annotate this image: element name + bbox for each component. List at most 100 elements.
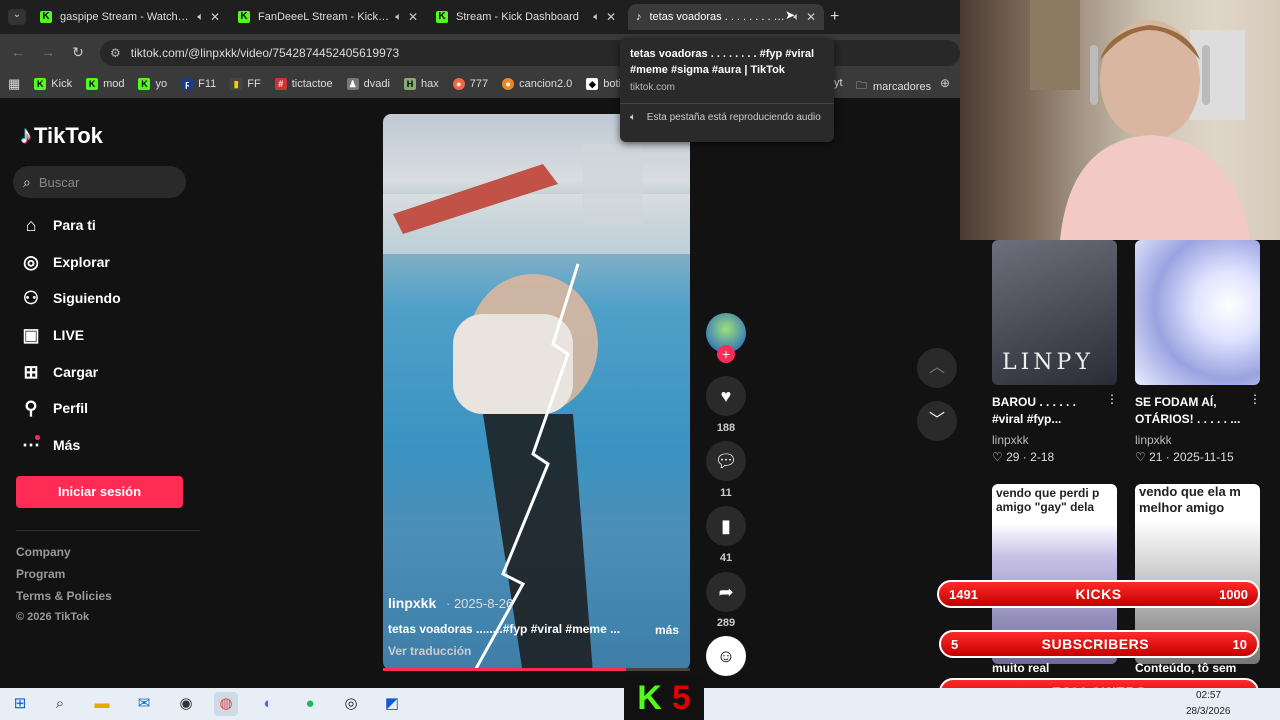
tab-kick-dashboard[interactable]: K Stream - Kick Dashboard 🔈︎ ✕ <box>428 4 624 30</box>
comment-count: 11 <box>720 487 732 499</box>
tab-title: FanDeeeL Stream - Kick Dashboard <box>258 11 390 23</box>
video-card-user[interactable]: linpxkk <box>1135 433 1172 447</box>
sidebar-item-siguiendo[interactable]: ⚇ Siguiendo <box>20 285 121 311</box>
bookmark-yt[interactable]: yt <box>834 77 843 89</box>
bookmark-label: dvadi <box>363 78 390 90</box>
file-explorer-icon[interactable]: ▬ <box>90 692 114 716</box>
video-card-likes: 21 <box>1149 450 1163 464</box>
discord-icon[interactable]: ◐ <box>256 692 280 716</box>
apps-icon[interactable]: ▦ <box>8 76 20 92</box>
translate-button[interactable]: Ver traducción <box>388 644 471 658</box>
subscribers-goal: 10 <box>1232 636 1247 652</box>
profile-icon: ⚲ <box>24 398 38 418</box>
bookmark-boti[interactable]: ◆ boti <box>586 78 621 90</box>
close-icon[interactable]: ✕ <box>408 10 418 24</box>
music-disc[interactable]: ☺ <box>706 636 746 676</box>
search-icon[interactable]: ⌕ <box>48 692 72 716</box>
forward-icon[interactable]: → <box>38 42 58 62</box>
video-player[interactable] <box>383 114 690 670</box>
speaker-icon[interactable]: 🔈︎ <box>593 11 600 24</box>
hover-card-audio-text: Esta pestaña está reproduciendo audio <box>646 112 821 123</box>
bookmark-cancion[interactable]: ● cancion2.0 <box>502 78 572 90</box>
video-card-user[interactable]: linpxkk <box>992 433 1029 447</box>
bookmark-label: FF <box>247 78 261 90</box>
bookmark-yo[interactable]: Kyo <box>138 78 167 90</box>
app-icon[interactable]: ◩ <box>380 692 404 716</box>
share-button[interactable]: ➦ <box>706 572 746 612</box>
sidebar-item-perfil[interactable]: ⚲ Perfil <box>20 395 88 421</box>
caption-more-button[interactable]: más <box>655 623 679 637</box>
video-card-thumbnail[interactable]: LINPY <box>992 240 1117 385</box>
music-disc-icon: ☺ <box>716 646 736 666</box>
bookmark-kick[interactable]: K Kick <box>34 78 72 90</box>
upload-icon: ⊞ <box>23 362 39 382</box>
like-button[interactable]: ♥ <box>706 376 746 416</box>
obs-icon[interactable]: ◉ <box>174 692 198 716</box>
outlook-icon[interactable]: ✉ <box>132 692 156 716</box>
chevron-down-icon: ﹀ <box>928 412 945 429</box>
bookmark-tictactoe[interactable]: # tictactoe <box>274 78 333 90</box>
tab-gaspipe[interactable]: K gaspipe Stream - Watch Live 🔈︎ ✕ <box>32 4 228 30</box>
bookmark-label: cancion2.0 <box>519 78 573 90</box>
tab-search-button[interactable]: ⌄ <box>8 9 26 25</box>
clock-date[interactable]: 28/3/2026 <box>1186 706 1231 717</box>
more-options-icon[interactable]: ⋮ <box>1249 392 1261 406</box>
sidebar-item-explorar[interactable]: ◎ Explorar <box>20 249 110 275</box>
reload-icon[interactable]: ↻ <box>68 42 88 62</box>
video-card-title[interactable]: Conteúdo, tô sem <box>1135 660 1245 677</box>
chrome-icon[interactable]: ◍ <box>214 692 238 716</box>
more-options-icon[interactable]: ⋮ <box>1106 392 1118 406</box>
windows-start-icon[interactable]: ⊞ <box>8 692 32 716</box>
bookmark-777[interactable]: ● 777 <box>452 78 488 90</box>
close-icon[interactable]: ✕ <box>806 10 816 24</box>
video-card-title[interactable]: BAROU . . . . . . #viral #fyp... <box>992 394 1082 428</box>
footer-copyright: © 2026 TikTok <box>16 611 90 623</box>
video-card-title[interactable]: muito real <box>992 660 1102 677</box>
sidebar-item-para-ti[interactable]: ⌂ Para ti <box>20 212 96 238</box>
sidebar-item-mas[interactable]: ⋯ Más <box>20 432 80 458</box>
footer-terms[interactable]: Terms & Policies <box>16 589 112 603</box>
bookmark-ff[interactable]: ▮ FF <box>230 78 261 90</box>
video-card-thumbnail[interactable] <box>1135 240 1260 385</box>
tab-fandeeel[interactable]: K FanDeeeL Stream - Kick Dashboard 🔈︎ ✕ <box>230 4 426 30</box>
tiktok-logo[interactable]: ♪ TikTok <box>20 122 103 150</box>
login-button[interactable]: Iniciar sesión <box>16 476 183 508</box>
tab-title: gaspipe Stream - Watch Live <box>60 11 192 23</box>
video-card-title[interactable]: SE FODAM AÍ, OTÁRIOS! . . . . . ... <box>1135 394 1247 428</box>
bookmark-dvadi[interactable]: ♟ dvadi <box>346 78 390 90</box>
site-info-icon[interactable]: ⚙ <box>110 46 121 60</box>
sidebar-item-live[interactable]: ▣ LIVE <box>20 322 84 348</box>
video-date-text: 2025-8-26 <box>453 596 514 611</box>
sidebar-item-cargar[interactable]: ⊞ Cargar <box>20 359 98 385</box>
video-username[interactable]: linpxkk <box>388 595 436 611</box>
spotify-icon[interactable]: ● <box>298 692 322 716</box>
next-video-button[interactable]: ﹀ <box>917 401 957 441</box>
webcam-image <box>1030 0 1250 240</box>
bookmark-marcadores[interactable]: 🗀︎ marcadores <box>856 77 931 96</box>
footer-company[interactable]: Company <box>16 545 71 559</box>
comment-button[interactable]: 💬︎ <box>706 441 746 481</box>
back-icon[interactable]: ← <box>8 42 28 62</box>
bookmark-f11[interactable]: ϝ F11 <box>181 78 216 90</box>
previous-video-button[interactable]: ︿ <box>917 348 957 388</box>
bookmark-hax[interactable]: Hhax <box>403 78 439 90</box>
globe-icon[interactable]: ⊕ <box>940 76 950 90</box>
clock-time[interactable]: 02:57 <box>1196 690 1221 701</box>
speaker-icon[interactable]: 🔈︎ <box>395 11 402 24</box>
bookmark-icon: ▮ <box>721 516 731 536</box>
footer-program[interactable]: Program <box>16 567 65 581</box>
new-tab-button[interactable]: + <box>830 8 839 26</box>
tab-title: Stream - Kick Dashboard <box>456 11 579 23</box>
close-icon[interactable]: ✕ <box>210 10 220 24</box>
steam-icon[interactable]: ◎ <box>339 692 363 716</box>
close-icon[interactable]: ✕ <box>606 10 616 24</box>
video-date: · 2025-8-26 <box>446 596 514 611</box>
notification-dot <box>35 435 40 440</box>
url-text: tiktok.com/@linpxkk/video/75428744524056… <box>130 46 400 60</box>
bookmark-mod[interactable]: Kmod <box>86 78 124 90</box>
save-button[interactable]: ▮ <box>706 506 746 546</box>
search-input[interactable]: ⌕ Buscar <box>13 166 186 198</box>
follow-button[interactable]: + <box>717 345 735 363</box>
speaker-icon[interactable]: 🔈︎ <box>197 11 204 24</box>
kick-icon: K <box>40 11 52 23</box>
